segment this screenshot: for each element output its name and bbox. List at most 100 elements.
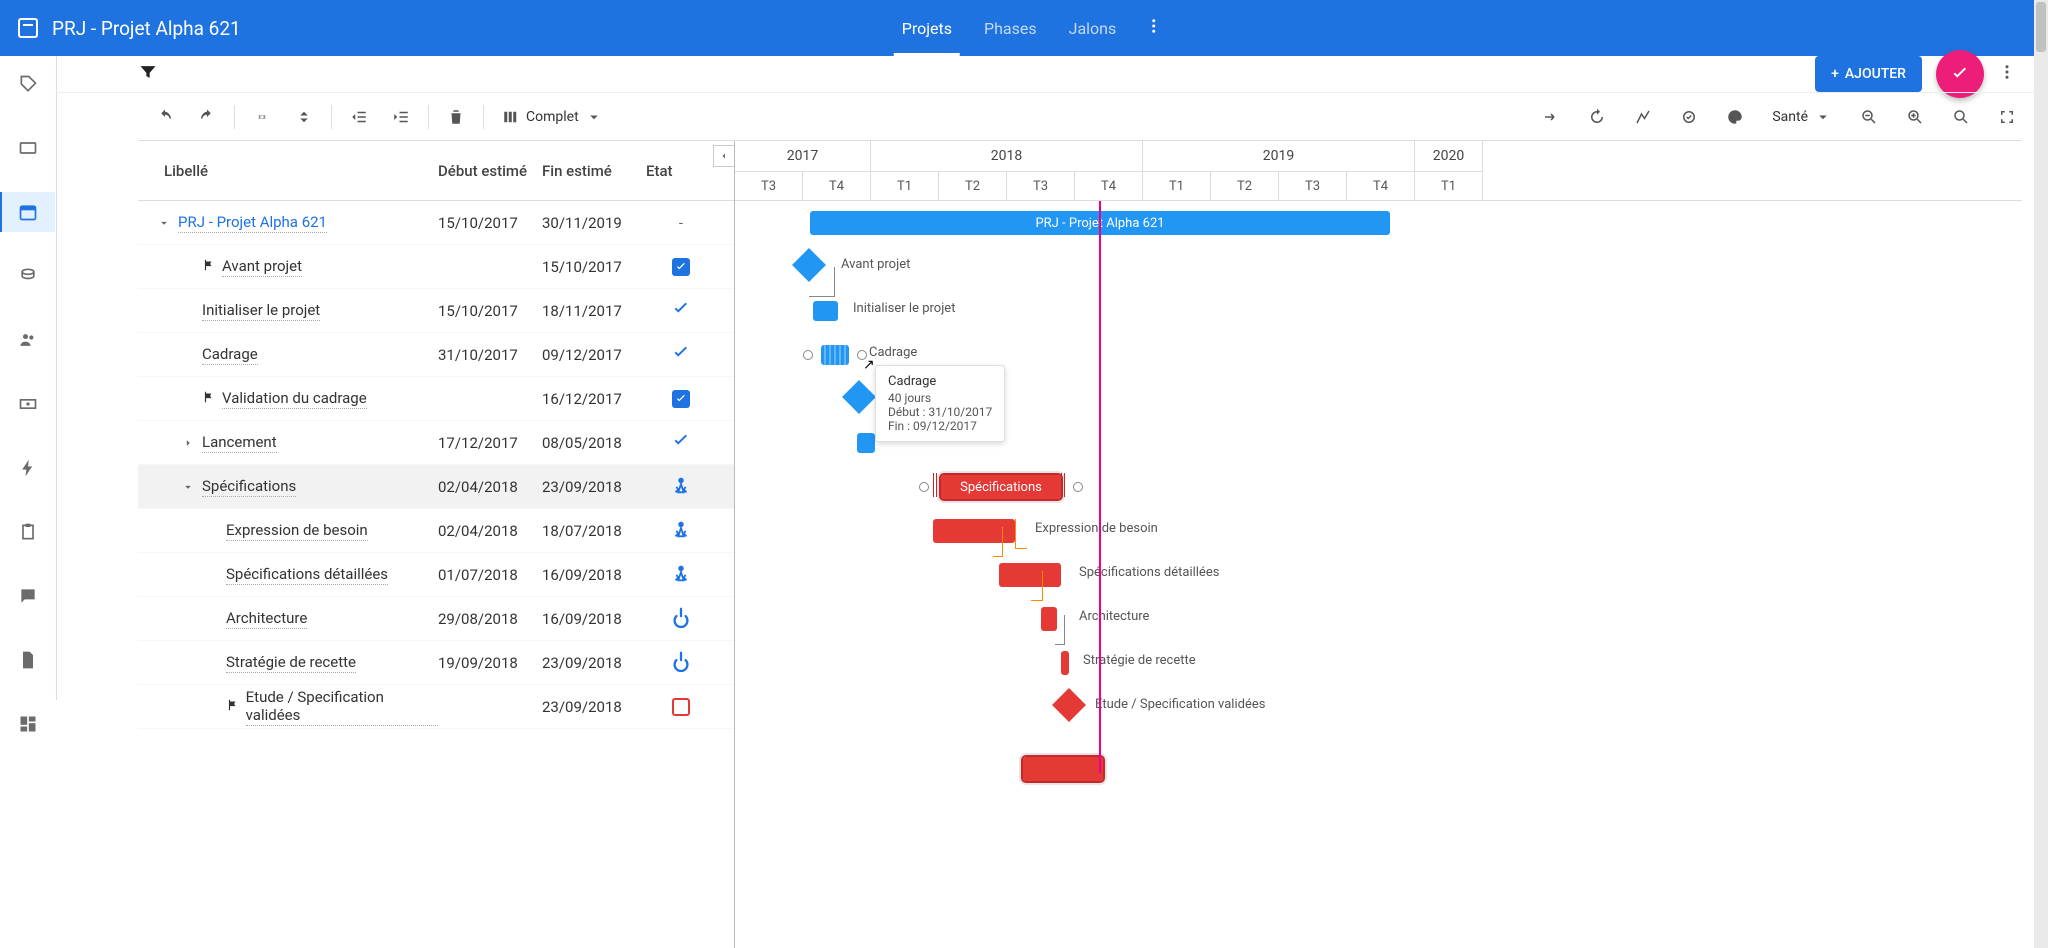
table-row[interactable]: PRJ - Projet Alpha 621 15/10/2017 30/11/… <box>138 201 734 245</box>
tab-projets[interactable]: Projets <box>886 0 968 56</box>
row-state[interactable] <box>646 298 716 324</box>
row-end: 16/12/2017 <box>542 390 646 408</box>
expand-all-icon[interactable] <box>295 108 313 126</box>
delete-icon[interactable] <box>447 108 465 126</box>
row-state[interactable] <box>646 342 716 368</box>
palette-icon[interactable] <box>1726 108 1744 126</box>
bar-specdet[interactable] <box>999 563 1061 587</box>
row-name[interactable]: Etude / Specification validées <box>246 688 438 726</box>
row-name[interactable]: Stratégie de recette <box>226 653 356 673</box>
color-by-dropdown[interactable]: Santé <box>1772 108 1832 126</box>
confirm-fab[interactable] <box>1936 50 1984 98</box>
rail-bolt-icon[interactable] <box>8 448 48 488</box>
row-end: 18/11/2017 <box>542 302 646 320</box>
rail-coins-icon[interactable] <box>8 256 48 296</box>
table-row[interactable]: Avant projet 15/10/2017 <box>138 245 734 289</box>
rail-dashboard-icon[interactable] <box>8 704 48 744</box>
table-row[interactable]: Expression de besoin 02/04/2018 18/07/20… <box>138 509 734 553</box>
row-name[interactable]: Lancement <box>202 433 277 453</box>
redo-icon[interactable] <box>198 108 216 126</box>
row-state[interactable] <box>646 650 716 676</box>
tab-phases[interactable]: Phases <box>968 0 1053 56</box>
bar-cadrage[interactable] <box>821 345 849 365</box>
rail-file-icon[interactable] <box>8 640 48 680</box>
milestone-etude[interactable] <box>1052 688 1086 722</box>
rail-people-icon[interactable] <box>8 320 48 360</box>
critical-path-icon[interactable] <box>1634 108 1652 126</box>
zoom-fit-icon[interactable] <box>1952 108 1970 126</box>
fullscreen-icon[interactable] <box>1998 108 2016 126</box>
row-state[interactable]: - <box>646 214 716 232</box>
view-mode-dropdown[interactable]: Complet <box>502 108 603 126</box>
table-row[interactable]: Validation du cadrage 16/12/2017 <box>138 377 734 421</box>
year-header: 2020 <box>1415 141 1483 171</box>
table-row[interactable]: Stratégie de recette 19/09/2018 23/09/20… <box>138 641 734 685</box>
table-row[interactable]: Architecture 29/08/2018 16/09/2018 <box>138 597 734 641</box>
timeline-body[interactable]: PRJ - Projet Alpha 621Avant projetInitia… <box>735 201 2022 773</box>
row-name[interactable]: Expression de besoin <box>226 521 368 541</box>
collapse-all-icon[interactable] <box>253 108 271 126</box>
table-row[interactable]: Cadrage 31/10/2017 09/12/2017 <box>138 333 734 377</box>
row-state[interactable] <box>646 390 716 408</box>
row-state[interactable] <box>646 430 716 456</box>
row-state[interactable] <box>646 474 716 500</box>
row-state[interactable] <box>646 518 716 544</box>
table-row[interactable]: Lancement 17/12/2017 08/05/2018 <box>138 421 734 465</box>
row-name[interactable]: Avant projet <box>222 257 302 277</box>
tab-jalons[interactable]: Jalons <box>1053 0 1133 56</box>
rail-card-icon[interactable] <box>8 128 48 168</box>
row-state[interactable] <box>646 562 716 588</box>
rail-clipboard-icon[interactable] <box>8 512 48 552</box>
refresh-icon[interactable] <box>1588 108 1606 126</box>
row-name[interactable]: Spécifications <box>202 477 296 497</box>
row-start: 02/04/2018 <box>438 478 542 496</box>
window-scrollbar[interactable] <box>2034 0 2048 948</box>
row-name[interactable]: PRJ - Projet Alpha 621 <box>178 213 327 233</box>
col-header-start[interactable]: Début estimé <box>438 162 542 180</box>
undo-icon[interactable] <box>156 108 174 126</box>
bar-spec[interactable]: Spécifications <box>941 475 1061 499</box>
goto-icon[interactable] <box>1542 108 1560 126</box>
indent-icon[interactable] <box>392 108 410 126</box>
row-name[interactable]: Validation du cadrage <box>222 389 367 409</box>
bar-init[interactable] <box>813 301 838 321</box>
baseline-icon[interactable] <box>1680 108 1698 126</box>
filter-icon[interactable] <box>138 62 158 86</box>
table-row[interactable]: Spécifications 02/04/2018 23/09/2018 <box>138 465 734 509</box>
zoom-out-icon[interactable] <box>1860 108 1878 126</box>
label-cadrage: Cadrage <box>869 345 917 360</box>
quarter-header: T1 <box>1415 171 1483 201</box>
table-row[interactable]: Initialiser le projet 15/10/2017 18/11/2… <box>138 289 734 333</box>
col-header-name[interactable]: Libellé <box>138 162 438 180</box>
zoom-in-icon[interactable] <box>1906 108 1924 126</box>
row-state[interactable] <box>646 698 716 716</box>
rail-tag-icon[interactable] <box>8 64 48 104</box>
sub-more-icon[interactable] <box>1998 63 2016 85</box>
row-name[interactable]: Initialiser le projet <box>202 301 320 321</box>
rail-money-icon[interactable] <box>8 384 48 424</box>
timeline-panel[interactable]: 2017201820192020 T3T4T1T2T3T4T1T2T3T4T1 … <box>735 141 2022 948</box>
row-name[interactable]: Cadrage <box>202 345 258 365</box>
add-button[interactable]: +AJOUTER <box>1815 56 1922 92</box>
row-state[interactable] <box>646 606 716 632</box>
table-row[interactable]: Spécifications détaillées 01/07/2018 16/… <box>138 553 734 597</box>
bar-lancement[interactable] <box>857 433 875 453</box>
outdent-icon[interactable] <box>350 108 368 126</box>
header-more-icon[interactable] <box>1144 17 1162 39</box>
row-end: 18/07/2018 <box>542 522 646 540</box>
grid-collapse-handle[interactable] <box>713 145 735 167</box>
col-header-end[interactable]: Fin estimé <box>542 162 646 180</box>
bar-next[interactable] <box>1023 757 1103 781</box>
gantt-toolbar: Complet Santé <box>56 92 2034 140</box>
row-name[interactable]: Spécifications détaillées <box>226 565 388 585</box>
row-state[interactable] <box>646 258 716 276</box>
milestone-valcad[interactable] <box>842 380 876 414</box>
grid-header: Libellé Début estimé Fin estimé Etat <box>138 141 734 201</box>
rail-calendar-icon[interactable] <box>0 192 55 232</box>
row-name[interactable]: Architecture <box>226 609 307 629</box>
col-header-state[interactable]: Etat <box>646 162 716 180</box>
rail-chat-icon[interactable] <box>8 576 48 616</box>
gantt-tooltip: Cadrage 40 jours Début : 31/10/2017 Fin … <box>875 365 1005 442</box>
table-row[interactable]: Etude / Specification validées 23/09/201… <box>138 685 734 729</box>
bar-strat[interactable] <box>1061 651 1069 675</box>
